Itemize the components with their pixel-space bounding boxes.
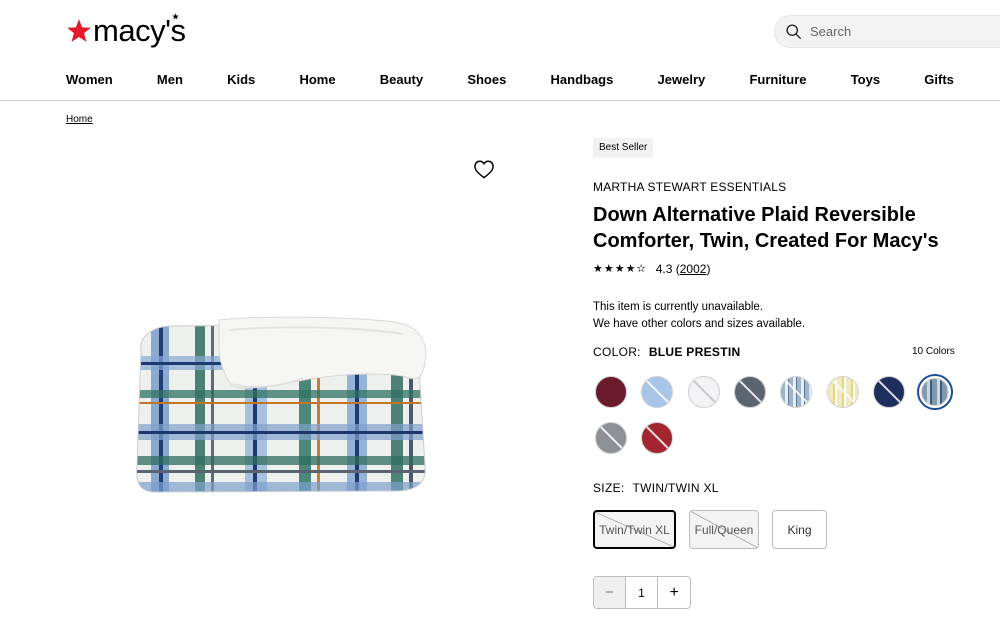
main-nav: Women Men Kids Home Beauty Shoes Handbag… bbox=[66, 72, 954, 87]
selected-color: BLUE PRESTIN bbox=[648, 345, 741, 359]
color-swatch[interactable] bbox=[921, 378, 950, 406]
color-swatch[interactable] bbox=[733, 376, 766, 408]
increase-quantity-button[interactable]: + bbox=[658, 577, 690, 608]
star-full-icon: ★ bbox=[603, 262, 614, 275]
search-bar[interactable] bbox=[774, 15, 1000, 48]
rating[interactable]: ★ ★ ★ ★ ✫ 4.3 (2002) bbox=[593, 262, 710, 276]
macys-star-icon bbox=[67, 19, 91, 42]
nav-women[interactable]: Women bbox=[66, 72, 113, 87]
quantity-value[interactable]: 1 bbox=[626, 577, 659, 608]
star-partial-icon: ✫ bbox=[636, 262, 646, 275]
unavailable-slash bbox=[691, 378, 719, 407]
size-option-label: Full/Queen bbox=[694, 522, 754, 537]
unavailable-slash bbox=[876, 378, 904, 407]
color-heading: COLOR: bbox=[593, 345, 641, 359]
star-full-icon: ★ bbox=[614, 262, 625, 275]
product-title: Down Alternative Plaid Reversible Comfor… bbox=[593, 204, 939, 252]
nav-divider bbox=[0, 100, 1000, 101]
nav-gifts[interactable]: Gifts bbox=[924, 72, 954, 87]
color-swatch[interactable] bbox=[687, 376, 720, 408]
brand-link[interactable]: MARTHA STEWART ESSENTIALS bbox=[593, 180, 786, 194]
unavailable-slash bbox=[737, 378, 765, 407]
color-swatch[interactable] bbox=[872, 376, 905, 408]
search-input[interactable] bbox=[810, 24, 970, 39]
rating-value: 4.3 bbox=[655, 262, 673, 276]
star-full-icon: ★ bbox=[593, 262, 603, 275]
nav-toys[interactable]: Toys bbox=[851, 72, 880, 87]
nav-furniture[interactable]: Furniture bbox=[749, 72, 806, 87]
unavailable-slash bbox=[599, 424, 626, 453]
color-label: COLOR: BLUE PRESTIN bbox=[593, 345, 740, 359]
nav-jewelry[interactable]: Jewelry bbox=[658, 72, 706, 87]
size-option-full-queen[interactable]: Full/Queen bbox=[689, 510, 759, 549]
nav-kids[interactable]: Kids bbox=[227, 72, 255, 87]
heart-icon[interactable] bbox=[473, 159, 495, 179]
unavailable-slash bbox=[784, 378, 812, 407]
macys-logo[interactable]: macy's bbox=[66, 13, 186, 48]
size-label: SIZE: TWIN/TWIN XL bbox=[593, 481, 719, 495]
selected-size: TWIN/TWIN XL bbox=[632, 481, 719, 495]
size-heading: SIZE: bbox=[593, 481, 625, 495]
color-swatch[interactable] bbox=[641, 422, 674, 454]
rating-stars: ★ ★ ★ ★ ✫ bbox=[593, 262, 646, 275]
nav-handbags[interactable]: Handbags bbox=[551, 72, 614, 87]
star-full-icon: ★ bbox=[625, 262, 636, 275]
nav-beauty[interactable]: Beauty bbox=[380, 72, 423, 87]
logo-small-star-icon bbox=[172, 13, 179, 20]
decrease-quantity-button[interactable]: − bbox=[594, 577, 626, 608]
unavailable-slash bbox=[645, 424, 673, 453]
color-count: 10 Colors bbox=[912, 346, 955, 357]
unavailable-slash bbox=[645, 378, 673, 407]
availability-message: This item is currently unavailable. We h… bbox=[593, 299, 805, 333]
best-seller-badge: Best Seller bbox=[593, 138, 654, 158]
nav-shoes[interactable]: Shoes bbox=[467, 72, 506, 87]
search-icon bbox=[786, 24, 801, 39]
color-swatch[interactable] bbox=[780, 376, 813, 408]
nav-men[interactable]: Men bbox=[157, 72, 183, 87]
color-swatch[interactable] bbox=[595, 422, 627, 454]
availability-line1: This item is currently unavailable. bbox=[593, 301, 764, 313]
size-option-king[interactable]: King bbox=[772, 510, 827, 549]
breadcrumb-home[interactable]: Home bbox=[66, 114, 93, 125]
reviews-link[interactable]: 2002 bbox=[680, 262, 707, 276]
rating-count[interactable]: (2002) bbox=[672, 262, 711, 276]
color-swatch[interactable] bbox=[595, 376, 627, 408]
unavailable-slash bbox=[830, 378, 858, 407]
size-option-label: King bbox=[787, 522, 812, 537]
color-swatch[interactable] bbox=[826, 376, 859, 408]
product-image bbox=[136, 316, 427, 493]
size-option-twin[interactable]: Twin/Twin XL bbox=[593, 510, 676, 549]
nav-home[interactable]: Home bbox=[299, 72, 335, 87]
size-option-label: Twin/Twin XL bbox=[599, 522, 670, 537]
availability-line2: We have other colors and sizes available… bbox=[593, 318, 806, 330]
quantity-stepper: − 1 + bbox=[593, 576, 691, 609]
color-swatch[interactable] bbox=[641, 376, 674, 408]
